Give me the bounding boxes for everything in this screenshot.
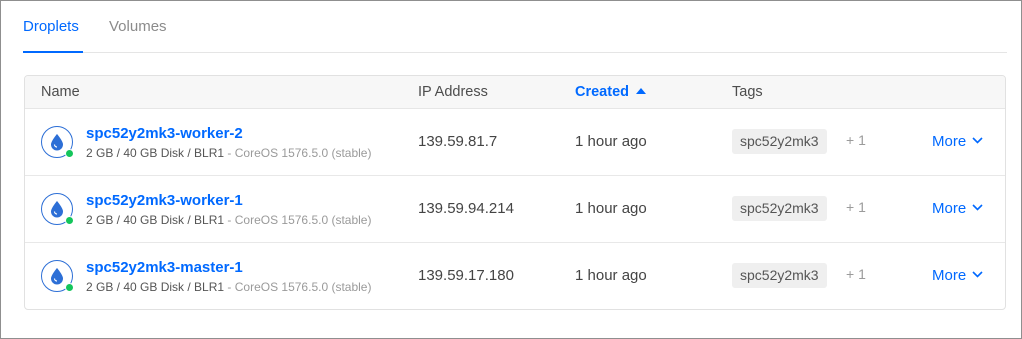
- tag-more-count[interactable]: + 1: [846, 266, 866, 282]
- more-menu-button[interactable]: More: [932, 267, 983, 284]
- droplet-os: - CoreOS 1576.5.0 (stable): [224, 213, 372, 227]
- tab-droplets[interactable]: Droplets: [23, 18, 79, 35]
- table-row: spc52y2mk3-worker-2 2 GB / 40 GB Disk / …: [25, 109, 1005, 176]
- more-label: More: [932, 267, 967, 284]
- droplet-os: - CoreOS 1576.5.0 (stable): [224, 280, 372, 294]
- droplet-meta: 2 GB / 40 GB Disk / BLR1 - CoreOS 1576.5…: [86, 280, 371, 294]
- status-active-indicator: [65, 283, 74, 292]
- more-menu-button[interactable]: More: [932, 200, 983, 217]
- active-tab-indicator: [23, 51, 83, 53]
- chevron-down-icon: [972, 271, 983, 278]
- table-row: spc52y2mk3-master-1 2 GB / 40 GB Disk / …: [25, 243, 1005, 309]
- droplet-meta: 2 GB / 40 GB Disk / BLR1 - CoreOS 1576.5…: [86, 146, 371, 160]
- droplet-ip: 139.59.17.180: [418, 267, 514, 284]
- more-label: More: [932, 133, 967, 150]
- column-header-name: Name: [41, 84, 80, 100]
- droplets-table: Name IP Address Created Tags spc52y2mk3-…: [24, 75, 1006, 310]
- tab-bar: Droplets Volumes: [23, 1, 1007, 53]
- droplet-os: - CoreOS 1576.5.0 (stable): [224, 146, 372, 160]
- droplet-specs: 2 GB / 40 GB Disk / BLR1: [86, 213, 225, 227]
- sort-ascending-icon: [636, 88, 646, 94]
- table-row: spc52y2mk3-worker-1 2 GB / 40 GB Disk / …: [25, 176, 1005, 243]
- tag-more-count[interactable]: + 1: [846, 132, 866, 148]
- droplet-specs: 2 GB / 40 GB Disk / BLR1: [86, 146, 225, 160]
- droplet-specs: 2 GB / 40 GB Disk / BLR1: [86, 280, 225, 294]
- column-header-created-label: Created: [575, 84, 629, 100]
- tag-badge[interactable]: spc52y2mk3: [732, 196, 827, 221]
- column-header-created[interactable]: Created: [575, 84, 646, 100]
- more-menu-button[interactable]: More: [932, 133, 983, 150]
- droplets-panel: Droplets Volumes Name IP Address Created…: [0, 0, 1022, 339]
- droplet-ip: 139.59.81.7: [418, 133, 498, 150]
- droplet-name-link[interactable]: spc52y2mk3-worker-2: [86, 125, 243, 142]
- chevron-down-icon: [972, 204, 983, 211]
- chevron-down-icon: [972, 137, 983, 144]
- tag-more-count[interactable]: + 1: [846, 199, 866, 215]
- more-label: More: [932, 200, 967, 217]
- tag-badge[interactable]: spc52y2mk3: [732, 129, 827, 154]
- droplet-meta: 2 GB / 40 GB Disk / BLR1 - CoreOS 1576.5…: [86, 213, 371, 227]
- column-header-ip-address: IP Address: [418, 84, 488, 100]
- droplet-created: 1 hour ago: [575, 133, 647, 150]
- droplet-ip: 139.59.94.214: [418, 200, 514, 217]
- droplet-created: 1 hour ago: [575, 267, 647, 284]
- tag-badge[interactable]: spc52y2mk3: [732, 263, 827, 288]
- column-header-tags: Tags: [732, 84, 763, 100]
- status-active-indicator: [65, 216, 74, 225]
- status-active-indicator: [65, 149, 74, 158]
- droplet-created: 1 hour ago: [575, 200, 647, 217]
- table-header: Name IP Address Created Tags: [25, 76, 1005, 109]
- droplet-name-link[interactable]: spc52y2mk3-master-1: [86, 259, 243, 276]
- droplet-name-link[interactable]: spc52y2mk3-worker-1: [86, 192, 243, 209]
- tab-volumes[interactable]: Volumes: [109, 18, 167, 35]
